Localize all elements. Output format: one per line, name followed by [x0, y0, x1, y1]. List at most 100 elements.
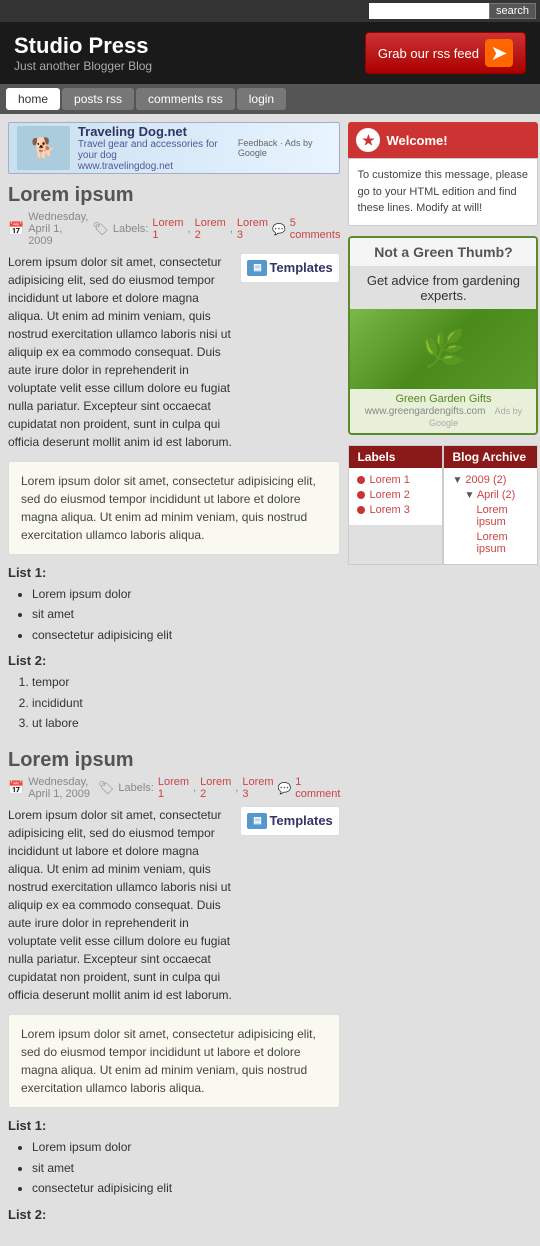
- post-2-label-3[interactable]: Lorem 3: [242, 776, 273, 800]
- nav-home[interactable]: home: [6, 88, 60, 110]
- post-2-text: Lorem ipsum dolor sit amet, consectetur …: [8, 806, 232, 1004]
- post-1-body-text: Lorem ipsum dolor sit amet, consectetur …: [8, 255, 232, 449]
- post-2-title: Lorem ipsum: [8, 749, 340, 772]
- triangle-icon: ▼: [452, 475, 462, 486]
- archive-month: ▼ April (2): [464, 489, 529, 501]
- post-1-label-3[interactable]: Lorem 3: [237, 217, 268, 241]
- site-tagline: Just another Blogger Blog: [14, 59, 152, 73]
- label-icon-2: 🏷: [98, 780, 115, 796]
- comment-icon-2: 💬: [278, 782, 292, 795]
- post-1-label-2[interactable]: Lorem 2: [195, 217, 226, 241]
- rss-label: Grab our rss feed: [378, 46, 479, 61]
- templates-logo-1: ▤ Templates: [247, 258, 333, 278]
- list-item: sit amet: [32, 1158, 340, 1178]
- header: Studio Press Just another Blogger Blog G…: [0, 22, 540, 84]
- welcome-icon: ★: [356, 128, 380, 152]
- list-item: Lorem ipsum dolor: [32, 584, 340, 604]
- list-item: incididunt: [32, 693, 340, 713]
- list-item: sit amet: [32, 604, 340, 624]
- archive-entry-2[interactable]: Lorem ipsum: [476, 531, 529, 555]
- list-item: Lorem ipsum dolor: [32, 1137, 340, 1157]
- list-item: consectetur adipisicing elit: [32, 625, 340, 645]
- sidebar-welcome-title: Welcome!: [386, 133, 447, 148]
- labels-header: Labels: [349, 446, 442, 468]
- site-title: Studio Press: [14, 33, 152, 59]
- rss-button[interactable]: Grab our rss feed ➤: [365, 32, 526, 74]
- archive-col: Blog Archive ▼ 2009 (2) ▼ April (2): [443, 445, 538, 565]
- archive-year: ▼ 2009 (2): [452, 474, 529, 486]
- post-1-thumb: ▤ Templates: [240, 253, 340, 283]
- post-1-list1: Lorem ipsum dolor sit amet consectetur a…: [32, 584, 340, 645]
- templates-icon-1: ▤: [247, 260, 267, 276]
- banner-feedback: Feedback · Ads by Google: [238, 138, 332, 158]
- navigation: home posts rss comments rss login: [0, 84, 540, 114]
- post-1-list1-label: List 1:: [8, 565, 340, 580]
- label-dot: [357, 491, 365, 499]
- templates-name-1: Templates: [269, 258, 332, 278]
- post-1-text: Lorem ipsum dolor sit amet, consectetur …: [8, 253, 232, 451]
- garden-link: www.greengardengifts.com: [365, 406, 486, 417]
- post-2-comments[interactable]: 1 comment: [295, 776, 340, 800]
- post-2-list2-label: List 2:: [8, 1207, 340, 1222]
- list-item: consectetur adipisicing elit: [32, 1178, 340, 1198]
- nav-comments-rss[interactable]: comments rss: [136, 88, 235, 110]
- post-2-meta: 📅 Wednesday, April 1, 2009 🏷 Labels: Lor…: [8, 776, 340, 800]
- post-2-list1: Lorem ipsum dolor sit amet consectetur a…: [32, 1137, 340, 1198]
- templates-name-2: Templates: [269, 811, 332, 831]
- post-2-labels-prefix: Labels:: [118, 782, 153, 794]
- triangle-icon-month: ▼: [464, 490, 474, 501]
- banner-link: www.travelingdog.net: [78, 161, 238, 172]
- sidebar-welcome-body: To customize this message, please go to …: [348, 158, 538, 226]
- banner-right: Feedback · Ads by Google: [238, 138, 332, 158]
- archive-header: Blog Archive: [444, 446, 537, 468]
- label-icon: 🏷: [92, 221, 109, 237]
- content-wrap: 🐕 Traveling Dog.net Travel gear and acce…: [0, 114, 540, 1246]
- post-1-list2: tempor incididunt ut labore: [32, 672, 340, 733]
- main-content: 🐕 Traveling Dog.net Travel gear and acce…: [8, 122, 348, 1238]
- post-2-list1-label: List 1:: [8, 1118, 340, 1133]
- nav-login[interactable]: login: [237, 88, 286, 110]
- post-2: Lorem ipsum 📅 Wednesday, April 1, 2009 🏷…: [8, 749, 340, 1221]
- calendar-icon: 📅: [8, 221, 24, 237]
- label-dot: [357, 506, 365, 514]
- rss-icon: ➤: [485, 39, 513, 67]
- templates-icon-2: ▤: [247, 813, 267, 829]
- post-1: Lorem ipsum 📅 Wednesday, April 1, 2009 🏷…: [8, 184, 340, 733]
- post-1-date: Wednesday, April 1, 2009: [28, 211, 88, 247]
- labels-col: Labels Lorem 1 Lorem 2 Lorem 3: [348, 445, 443, 565]
- list-item: ut labore: [32, 713, 340, 733]
- label-item-3: Lorem 3: [357, 504, 434, 516]
- header-left: Studio Press Just another Blogger Blog: [14, 33, 152, 73]
- nav-posts-rss[interactable]: posts rss: [62, 88, 134, 110]
- plant-icon: 🌿: [421, 328, 466, 370]
- list-item: tempor: [32, 672, 340, 692]
- templates-logo-2: ▤ Templates: [247, 811, 333, 831]
- top-bar: search: [0, 0, 540, 22]
- sidebar-welcome-header: ★ Welcome!: [348, 122, 538, 158]
- post-2-body: Lorem ipsum dolor sit amet, consectetur …: [8, 806, 340, 1004]
- sidebar-two-col: Labels Lorem 1 Lorem 2 Lorem 3: [348, 445, 538, 565]
- post-1-title: Lorem ipsum: [8, 184, 340, 207]
- post-2-label-2[interactable]: Lorem 2: [200, 776, 231, 800]
- post-2-body-text: Lorem ipsum dolor sit amet, consectetur …: [8, 808, 232, 1002]
- banner-text: Traveling Dog.net Travel gear and access…: [78, 124, 238, 172]
- search-button[interactable]: search: [489, 3, 536, 19]
- search-input[interactable]: [369, 3, 489, 19]
- archive-body: ▼ 2009 (2) ▼ April (2) Lorem ipsum: [444, 468, 537, 564]
- post-1-labels-prefix: Labels:: [113, 223, 148, 235]
- post-1-label-1[interactable]: Lorem 1: [152, 217, 183, 241]
- post-1-comments[interactable]: 5 comments: [290, 217, 341, 241]
- templates-badge-2: ▤ Templates: [240, 806, 340, 836]
- label-item-1: Lorem 1: [357, 474, 434, 486]
- garden-ad-image: 🌿: [350, 309, 536, 389]
- post-2-quote: Lorem ipsum dolor sit amet, consectetur …: [8, 1014, 340, 1108]
- banner-title: Traveling Dog.net: [78, 124, 238, 139]
- garden-ad[interactable]: Not a Green Thumb? Get advice from garde…: [348, 236, 538, 435]
- post-2-label-1[interactable]: Lorem 1: [158, 776, 189, 800]
- banner: 🐕 Traveling Dog.net Travel gear and acce…: [8, 122, 340, 174]
- archive-entry-1[interactable]: Lorem ipsum: [476, 504, 529, 528]
- banner-dog-icon: 🐕: [17, 126, 70, 170]
- post-1-body: Lorem ipsum dolor sit amet, consectetur …: [8, 253, 340, 451]
- labels-body: Lorem 1 Lorem 2 Lorem 3: [349, 468, 442, 525]
- archive-entries: Lorem ipsum Lorem ipsum: [476, 504, 529, 555]
